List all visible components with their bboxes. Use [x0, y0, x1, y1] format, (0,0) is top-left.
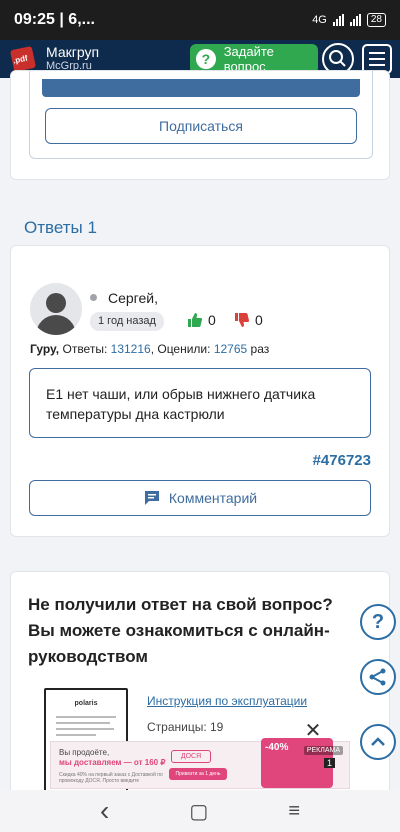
- ad-line1: Вы продоёте,: [59, 748, 110, 757]
- status-icons: 4G 28: [312, 13, 386, 27]
- dislike-count: 0: [255, 312, 263, 328]
- subscribe-button[interactable]: Подписаться: [45, 108, 357, 144]
- answer-author[interactable]: Сергей,: [108, 290, 158, 306]
- search-icon: [329, 50, 346, 67]
- thumb-line: [56, 728, 114, 730]
- signal-icon: [332, 14, 344, 26]
- battery-icon: 28: [366, 13, 386, 27]
- answer-time-badge: 1 год назад: [90, 312, 164, 331]
- thumb-line: [56, 734, 96, 736]
- help-fab[interactable]: ?: [360, 604, 396, 640]
- dislike-button[interactable]: 0: [234, 312, 263, 328]
- ad-fine-print: Скидка 40% на первый заказ с Доставкой п…: [59, 772, 163, 784]
- answer-id-link[interactable]: #476723: [313, 452, 371, 469]
- answers-count-link[interactable]: 131216: [111, 342, 151, 356]
- brand-name: Макгруп: [46, 44, 100, 60]
- comment-label: Комментарий: [168, 490, 258, 506]
- home-icon[interactable]: ▢: [189, 799, 208, 824]
- manual-pages: Страницы: 19: [147, 720, 224, 734]
- avatar-body: [36, 315, 76, 335]
- comment-button[interactable]: Комментарий: [29, 480, 371, 516]
- thumb-brand: polaris: [74, 700, 98, 707]
- subscribe-label: Подписаться: [159, 118, 243, 134]
- thumbs-up-icon: [188, 313, 202, 327]
- ad-label: РЕКЛАМА: [303, 746, 343, 755]
- offline-status-dot: [90, 294, 97, 301]
- ratings-label: , Оценили:: [150, 342, 211, 356]
- manual-link[interactable]: Инструкция по эксплуатации: [147, 694, 307, 708]
- answers-title: Ответы 1: [24, 218, 97, 237]
- ad-headline: Вы продоёте, мы доставляем — от 160 ₽: [59, 748, 169, 768]
- avatar-head: [46, 293, 66, 313]
- status-bar: 09:25 | 6,... 4G 28: [0, 0, 400, 40]
- times-label: раз: [250, 342, 270, 356]
- author-rank: Гуру,: [30, 342, 60, 356]
- ad-brand: ДОСЯ: [171, 750, 211, 763]
- back-icon[interactable]: ‹: [100, 795, 109, 827]
- answer-text: Е1 нет чаши, или обрыв нижнего датчика т…: [29, 368, 371, 438]
- avatar[interactable]: [30, 283, 82, 335]
- ad-discount: -40%: [265, 742, 289, 753]
- scroll-up-fab[interactable]: [360, 724, 396, 760]
- like-button[interactable]: 0: [187, 312, 216, 328]
- ad-counter: 1: [323, 758, 335, 768]
- author-stats: Гуру, Ответы: 131216, Оценили: 12765 раз: [30, 342, 269, 356]
- status-time: 09:25 | 6,...: [14, 11, 95, 28]
- hamburger-line: [369, 58, 385, 60]
- site-logo[interactable]: .pdf: [9, 45, 38, 73]
- manual-cta-title: Не получили ответ на свой вопрос? Вы мож…: [28, 595, 333, 666]
- comment-icon: [144, 491, 159, 505]
- hamburger-icon: [369, 52, 385, 54]
- question-icon: ?: [196, 49, 216, 69]
- ratings-count-link[interactable]: 12765: [214, 342, 247, 356]
- network-label: 4G: [312, 14, 327, 26]
- brand[interactable]: Макгруп McGrp.ru: [46, 45, 99, 73]
- subscribe-bar: [42, 79, 360, 97]
- chevron-up-icon: [371, 737, 385, 746]
- share-icon: [369, 668, 386, 686]
- subscribe-card: Подписаться: [10, 70, 390, 180]
- hamburger-line: [369, 64, 385, 66]
- answers-label: Ответы:: [62, 342, 108, 356]
- thumb-line: [56, 722, 110, 724]
- thumbs-down-icon: [235, 313, 249, 327]
- share-fab[interactable]: [360, 659, 396, 695]
- ad-banner[interactable]: Вы продоёте, мы доставляем — от 160 ₽ Ск…: [50, 738, 350, 789]
- like-count: 0: [208, 312, 216, 328]
- ad-cta-button[interactable]: Привезти за 1 день: [169, 768, 227, 780]
- ad-line2: мы доставляем — от 160 ₽: [59, 758, 166, 767]
- thumb-line: [56, 716, 116, 718]
- recent-apps-icon[interactable]: ≡: [288, 800, 300, 823]
- signal-icon-2: [349, 14, 361, 26]
- system-nav-bar: ‹ ▢ ≡: [0, 790, 400, 832]
